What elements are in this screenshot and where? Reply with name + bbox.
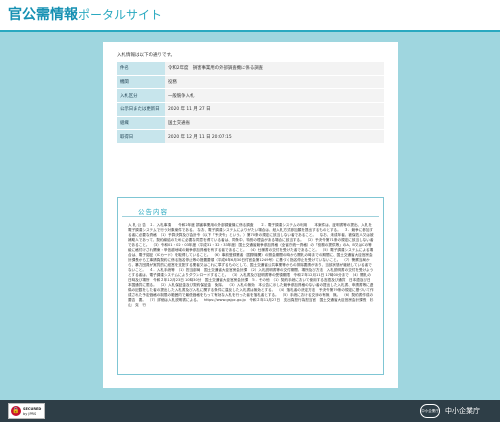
row-value: 国土交通省	[165, 116, 384, 131]
site-logo[interactable]: 官公需情報ポータルサイト	[8, 7, 162, 23]
row-value: 令和2年度 損害事業用の外部調査機に係る調査	[165, 62, 384, 76]
row-label: 公示日または更新日	[117, 102, 165, 117]
row-label: 取得日	[117, 129, 165, 145]
table-row: 機関 役務	[117, 75, 384, 90]
row-value: 2020 年 11 月 27 日	[165, 102, 384, 117]
agency-name: 中小企業庁	[445, 407, 480, 415]
intro-text: 入札情報は以下の通りです。	[117, 53, 176, 58]
table-row: 取得日 2020 年 12 月 11 日 20:07:15	[117, 129, 384, 145]
site-title-sub: ポータルサイト	[78, 8, 163, 22]
main-panel: 入札情報は以下の通りです。 件名 令和2年度 損害事業用の外部調査機に係る調査 …	[103, 42, 398, 388]
agency-link[interactable]: 中小企業庁 中小企業庁	[420, 404, 495, 418]
site-title-main: 官公需情報	[8, 7, 78, 23]
lock-icon: 🔒	[11, 406, 21, 416]
table-row: 組織 国土交通省	[117, 116, 384, 131]
row-label: 機関	[117, 75, 165, 90]
notice-title: 公告内容	[138, 208, 168, 216]
bid-info-table: 件名 令和2年度 損害事業用の外部調査機に係る調査 機関 役務 入札区分 一般競…	[117, 62, 384, 145]
divider	[122, 216, 379, 217]
row-value: 役務	[165, 75, 384, 90]
table-row: 入札区分 一般競争入札	[117, 88, 384, 104]
seal-line2: by JPRS	[23, 412, 37, 416]
seal-line1: SECURED	[23, 407, 42, 411]
security-seal[interactable]: 🔒 SECURED by JPRS	[8, 403, 45, 419]
row-label: 件名	[117, 62, 165, 76]
row-value: 2020 年 12 月 11 日 20:07:15	[165, 129, 384, 145]
notice-body: 入 札 公 告 １．入札事項 令和2年度 損害事業用の外部調査機に係る調査 ２．…	[128, 223, 378, 307]
notice-box: 公告内容 入 札 公 告 １．入札事項 令和2年度 損害事業用の外部調査機に係る…	[117, 197, 384, 375]
table-row: 公示日または更新日 2020 年 11 月 27 日	[117, 102, 384, 117]
row-label: 組織	[117, 116, 165, 131]
agency-logo-icon: 中小企業庁	[420, 404, 440, 418]
table-row: 件名 令和2年度 損害事業用の外部調査機に係る調査	[117, 62, 384, 76]
row-label: 入札区分	[117, 88, 165, 104]
site-header: 官公需情報ポータルサイト	[0, 0, 500, 32]
row-value: 一般競争入札	[165, 88, 384, 104]
site-footer: 🔒 SECURED by JPRS 中小企業庁 中小企業庁	[0, 400, 500, 422]
